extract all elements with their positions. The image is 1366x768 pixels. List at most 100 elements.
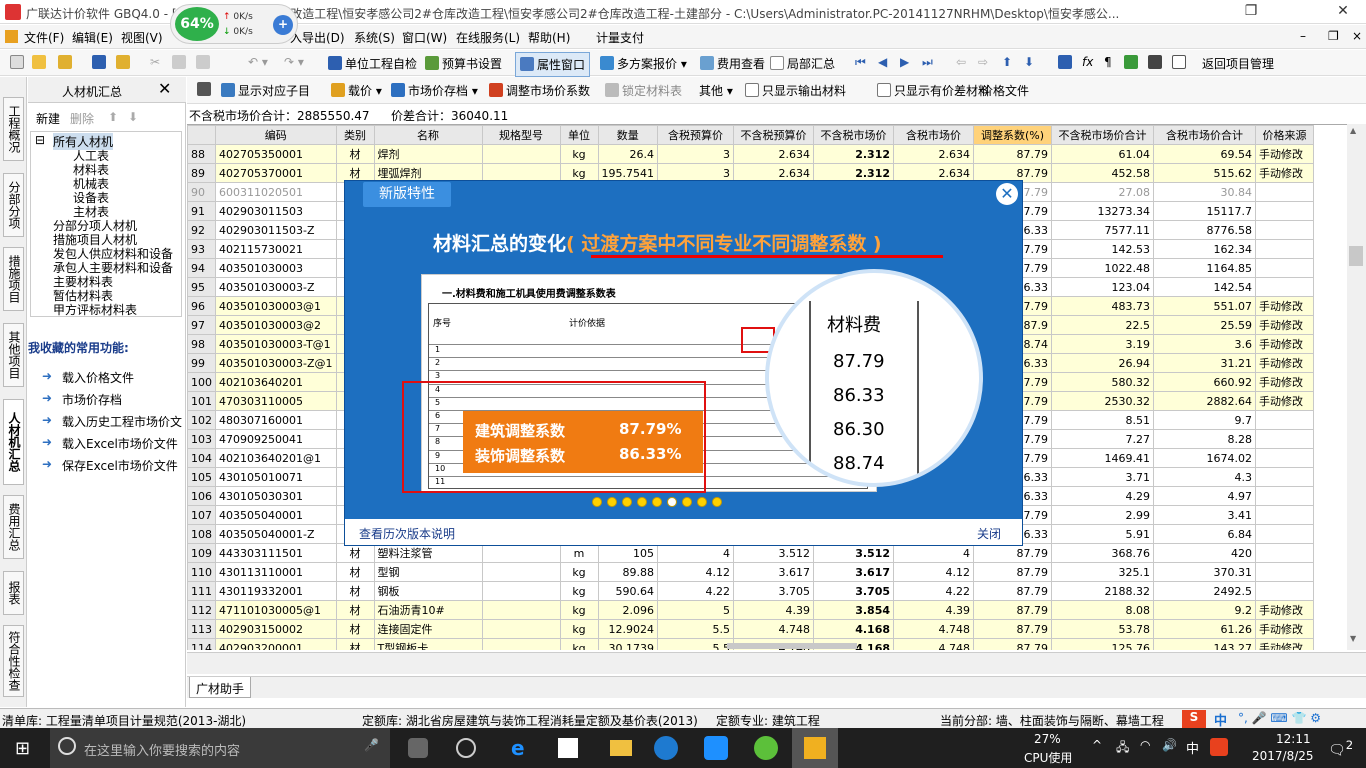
menu-system[interactable]: 系统(S)	[354, 29, 395, 46]
fav-load-price-file[interactable]: 载入价格文件	[62, 369, 184, 386]
vertical-scrollbar[interactable]: ▲ ▼	[1347, 124, 1366, 650]
ime-mode[interactable]: 中	[1214, 710, 1227, 729]
table-cell[interactable]: 368.76	[1051, 543, 1154, 563]
table-row[interactable]: 112 471101030005@1 材石油沥青10# kg 2.096 5 4.39 3.8…	[187, 600, 1314, 620]
table-cell[interactable]	[481, 562, 561, 582]
col-tax-total[interactable]: 含税市场价合计	[1153, 125, 1256, 145]
table-row[interactable]: 88 402705350001 材焊剂 kg 26.4 3 2.634 2.312 2.634 8…	[187, 144, 1314, 164]
table-cell[interactable]: 手动修改	[1255, 334, 1314, 354]
market-archive-button[interactable]: 市场价存档 ▾	[391, 82, 478, 99]
col-notax-total[interactable]: 不含税市场价合计	[1051, 125, 1154, 145]
windows-start-icon[interactable]: ⊞	[15, 738, 30, 759]
menu-edit[interactable]: 编辑(E)	[72, 29, 113, 46]
table-cell[interactable]: 403501030003-Z@1	[215, 353, 337, 373]
table-cell[interactable]	[1255, 201, 1314, 221]
adjust-coefficient-button[interactable]: 调整市场价系数	[489, 82, 590, 99]
formula-icon[interactable]: fx	[1082, 55, 1093, 69]
property-window-button[interactable]: 属性窗口	[515, 52, 591, 77]
table-cell[interactable]: 1674.02	[1153, 448, 1256, 468]
new-file-icon[interactable]	[10, 55, 27, 70]
menu-measure-pay[interactable]: 计量支付	[596, 29, 644, 46]
table-cell[interactable]: 600311020501	[215, 182, 337, 202]
table-cell[interactable]: 470303110005	[215, 391, 337, 411]
calculator-icon[interactable]	[1058, 55, 1075, 70]
col-notax-market[interactable]: 不含税市场价	[813, 125, 894, 145]
mic-icon[interactable]: 🎤	[364, 738, 379, 752]
list-icon[interactable]	[1172, 55, 1189, 70]
table-cell[interactable]: 石油沥青10#	[373, 600, 483, 620]
table-cell[interactable]: 4.12	[657, 562, 734, 582]
arrow-left-icon[interactable]: ⇦	[956, 55, 966, 69]
arrow-down-icon[interactable]: ⬇	[1024, 55, 1034, 69]
table-cell[interactable]: 4.22	[657, 581, 734, 601]
table-cell[interactable]: kg	[559, 638, 599, 650]
dialog-close-icon[interactable]: ✕	[996, 183, 1018, 205]
page-dot-active[interactable]	[667, 497, 677, 507]
table-cell[interactable]: 手动修改	[1255, 391, 1314, 411]
table-cell[interactable]: 3	[657, 144, 734, 164]
table-cell[interactable]: 材	[335, 600, 375, 620]
table-cell[interactable]: 材	[335, 619, 375, 639]
table-cell[interactable]	[1255, 239, 1314, 259]
table-cell[interactable]: 4	[893, 543, 974, 563]
table-cell[interactable]: 6.84	[1153, 524, 1256, 544]
table-cell[interactable]: 2.312	[813, 144, 894, 164]
table-cell[interactable]: 403505040001	[215, 505, 337, 525]
tab-reports[interactable]: 报表	[3, 571, 24, 615]
table-cell[interactable]: 4.39	[893, 600, 974, 620]
table-cell[interactable]: 材	[335, 144, 375, 164]
only-diff-checkbox[interactable]: 只显示有价差材料	[877, 82, 990, 99]
table-cell[interactable]: 61.04	[1051, 144, 1154, 164]
table-cell[interactable]: 2188.32	[1051, 581, 1154, 601]
table-cell[interactable]: 403501030003@1	[215, 296, 337, 316]
taskbar-search[interactable]: 在这里输入你要搜索的内容 🎤	[50, 728, 390, 768]
ime-logo-icon[interactable]: S	[1182, 710, 1206, 728]
table-cell[interactable]: 3.512	[813, 543, 894, 563]
budget-settings-button[interactable]: 预算书设置	[425, 55, 502, 72]
table-cell[interactable]: 2.99	[1051, 505, 1154, 525]
explorer-icon[interactable]	[610, 740, 632, 756]
glodon-icon[interactable]	[654, 736, 678, 760]
table-cell[interactable]: 手动修改	[1255, 296, 1314, 316]
table-cell[interactable]: 25.59	[1153, 315, 1256, 335]
table-cell[interactable]: 403501030003@2	[215, 315, 337, 335]
nav-next-icon[interactable]: ▶	[900, 55, 909, 69]
table-cell[interactable]: 4.12	[893, 562, 974, 582]
table-cell[interactable]: 483.73	[1051, 296, 1154, 316]
table-cell[interactable]: 515.62	[1153, 163, 1256, 183]
table-cell[interactable]: 26.94	[1051, 353, 1154, 373]
volume-icon[interactable]: 🔊	[1162, 738, 1177, 752]
tree-expander-icon[interactable]: ⊟	[35, 133, 45, 147]
table-cell[interactable]: 3.512	[733, 543, 814, 563]
table-cell[interactable]: 402903011503-Z	[215, 220, 337, 240]
fav-load-history-price[interactable]: 载入历史工程市场价文	[62, 413, 184, 430]
col-notax-budget[interactable]: 不含税预算价	[733, 125, 814, 145]
col-type[interactable]: 类别	[335, 125, 375, 145]
table-cell[interactable]: 87.79	[973, 144, 1052, 164]
table-cell[interactable]: 4.3	[1153, 467, 1256, 487]
table-cell[interactable]: 69.54	[1153, 144, 1256, 164]
table-cell[interactable]: kg	[559, 600, 599, 620]
table-cell[interactable]: 452.58	[1051, 163, 1154, 183]
new-button[interactable]: 新建	[36, 110, 60, 127]
table-cell[interactable]	[481, 638, 561, 650]
table-cell[interactable]: 403501030003-Z	[215, 277, 337, 297]
tree-bid-materials[interactable]: 甲方评标材料表	[53, 301, 137, 318]
table-cell[interactable]: 162.34	[1153, 239, 1256, 259]
table-cell[interactable]: 1022.48	[1051, 258, 1154, 278]
unit-self-check-button[interactable]: 单位工程自检	[328, 55, 417, 72]
table-row[interactable]: 113 402903150002 材连接固定件 kg 12.9024 5.5 4.748 4.…	[187, 619, 1314, 639]
table-cell[interactable]: 材	[335, 562, 375, 582]
cut-icon[interactable]: ✂	[150, 55, 160, 69]
table-cell[interactable]: 402903200001	[215, 638, 337, 650]
menu-window[interactable]: 窗口(W)	[402, 29, 447, 46]
table-cell[interactable]: 142.54	[1153, 277, 1256, 297]
table-cell[interactable]: 53.78	[1051, 619, 1154, 639]
table-cell[interactable]: m	[559, 543, 599, 563]
menu-online[interactable]: 在线服务(L)	[456, 29, 520, 46]
table-cell[interactable]: 660.92	[1153, 372, 1256, 392]
table-cell[interactable]: 31.21	[1153, 353, 1256, 373]
table-cell[interactable]: 430119332001	[215, 581, 337, 601]
speed-widget[interactable]: 64% ↑ 0K/s ↓ 0K/s +	[170, 4, 298, 44]
arrow-up-icon[interactable]: ⬆	[1002, 55, 1012, 69]
